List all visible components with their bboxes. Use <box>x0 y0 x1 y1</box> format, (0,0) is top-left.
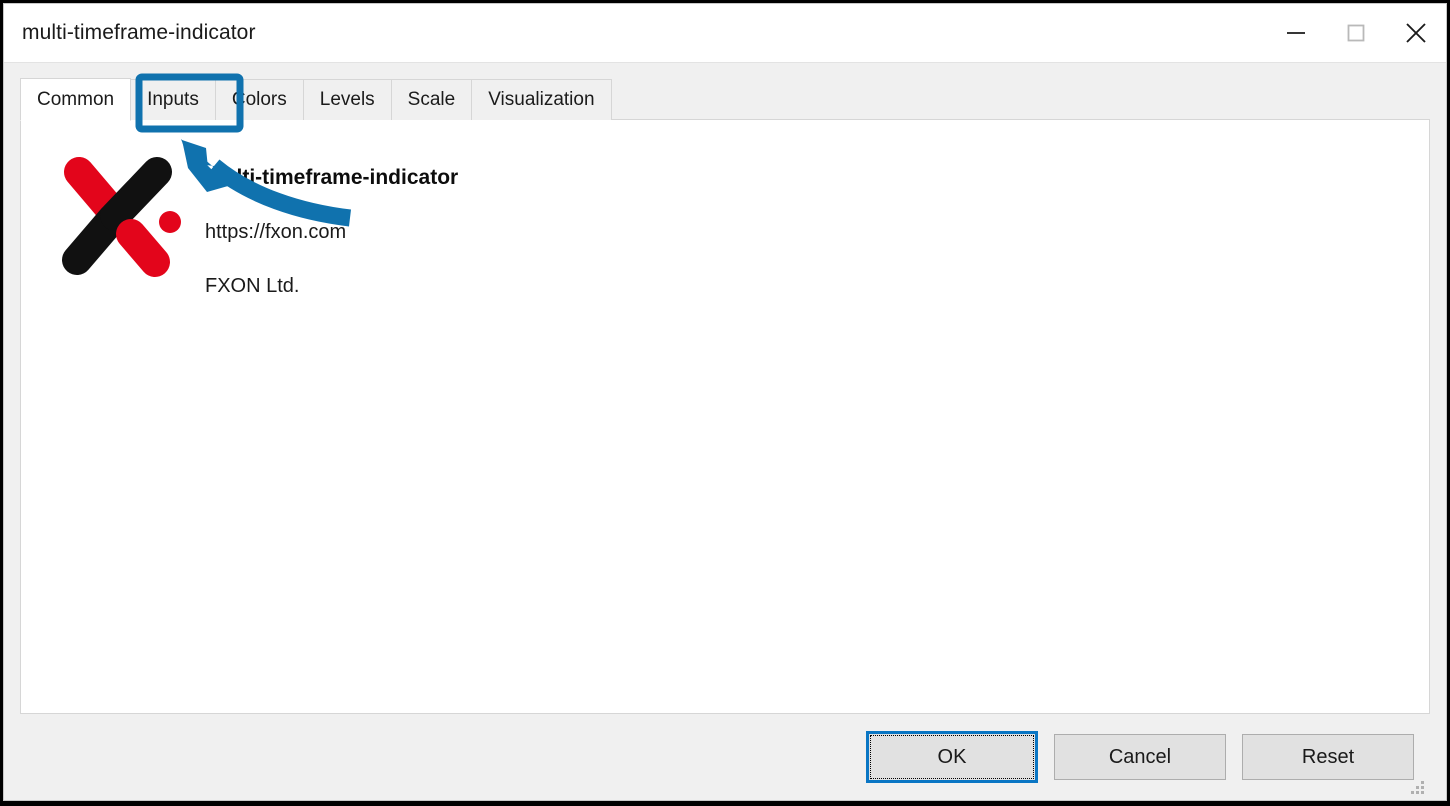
reset-button[interactable]: Reset <box>1242 734 1414 780</box>
ok-button-label: OK <box>938 746 967 769</box>
minimize-button[interactable] <box>1266 4 1326 62</box>
tab-strip: Common Inputs Colors Levels Scale <box>20 77 1430 120</box>
tab-inputs[interactable]: Inputs <box>130 79 216 120</box>
reset-button-label: Reset <box>1302 746 1354 769</box>
tab-scale-label: Scale <box>408 89 456 111</box>
close-icon <box>1401 18 1431 48</box>
tab-colors[interactable]: Colors <box>215 79 304 120</box>
tab-visualization[interactable]: Visualization <box>471 79 611 120</box>
ok-button[interactable]: OK <box>866 731 1038 783</box>
title-bar: multi-timeframe-indicator <box>4 4 1446 63</box>
cancel-button-label: Cancel <box>1109 746 1171 769</box>
tab-control: Common Inputs Colors Levels Scale <box>20 77 1430 714</box>
product-company: FXON Ltd. <box>205 275 458 298</box>
tab-levels-label: Levels <box>320 89 375 111</box>
resize-grip[interactable] <box>1410 780 1424 794</box>
tab-page-common: multi-timeframe-indicator https://fxon.c… <box>20 119 1430 714</box>
tab-inputs-label: Inputs <box>147 89 199 111</box>
fxon-logo <box>57 150 187 285</box>
logo-dot <box>159 211 181 233</box>
about-section: multi-timeframe-indicator https://fxon.c… <box>57 150 458 298</box>
tab-common-label: Common <box>37 89 114 111</box>
caption-button-group <box>1266 4 1446 62</box>
tab-levels[interactable]: Levels <box>303 79 392 120</box>
maximize-button[interactable] <box>1326 4 1386 62</box>
product-url: https://fxon.com <box>205 221 458 244</box>
tab-scale[interactable]: Scale <box>391 79 473 120</box>
about-text-block: multi-timeframe-indicator https://fxon.c… <box>205 150 458 298</box>
window-title: multi-timeframe-indicator <box>4 4 1266 62</box>
tab-common[interactable]: Common <box>20 78 131 121</box>
close-button[interactable] <box>1386 4 1446 62</box>
tab-strip-filler <box>611 79 1430 120</box>
cancel-button[interactable]: Cancel <box>1054 734 1226 780</box>
dialog-body: Common Inputs Colors Levels Scale <box>4 63 1446 800</box>
tab-visualization-label: Visualization <box>488 89 594 111</box>
minimize-icon <box>1283 20 1309 46</box>
dialog-footer: OK Cancel Reset <box>20 714 1430 800</box>
product-name: multi-timeframe-indicator <box>205 166 458 190</box>
screenshot-root: multi-timeframe-indicator <box>0 0 1450 806</box>
maximize-icon <box>1343 20 1369 46</box>
indicator-properties-dialog: multi-timeframe-indicator <box>3 3 1447 801</box>
tab-colors-label: Colors <box>232 89 287 111</box>
